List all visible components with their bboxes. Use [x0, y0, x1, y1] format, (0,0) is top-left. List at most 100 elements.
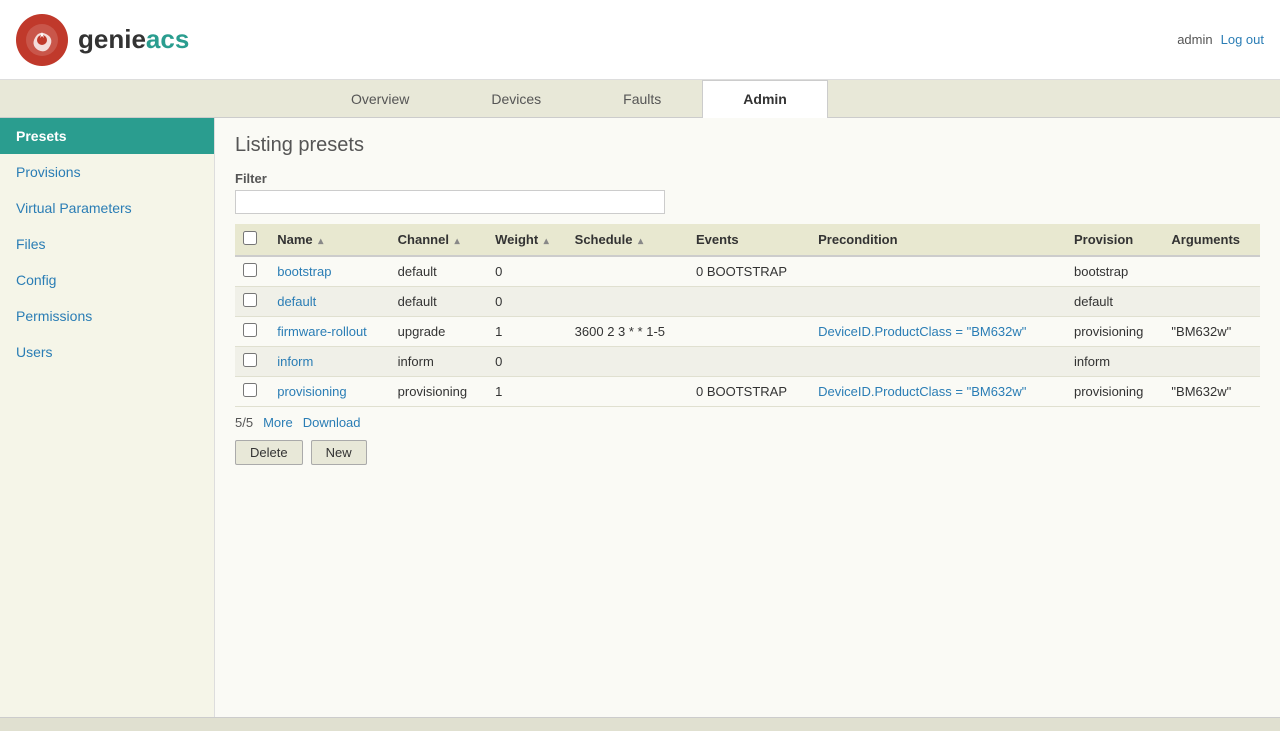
logo-acs: acs — [146, 24, 189, 54]
weight-sort-icon[interactable]: ▴ — [544, 236, 549, 247]
row-arguments: "BM632w" — [1163, 317, 1260, 347]
pagination-count: 5/5 — [235, 415, 253, 430]
row-provision: bootstrap — [1066, 256, 1163, 287]
presets-table: Name ▴ Channel ▴ Weight ▴ Schedule — [235, 224, 1260, 407]
sidebar-item-virtual-parameters[interactable]: Virtual Parameters — [0, 190, 214, 226]
row-weight: 0 — [487, 287, 567, 317]
table-row: defaultdefault0default — [235, 287, 1260, 317]
table-row: firmware-rolloutupgrade13600 2 3 * * 1-5… — [235, 317, 1260, 347]
row-events — [688, 287, 810, 317]
table-row: provisioningprovisioning10 BOOTSTRAPDevi… — [235, 377, 1260, 407]
filter-label: Filter — [235, 171, 1260, 186]
sidebar-item-permissions[interactable]: Permissions — [0, 298, 214, 334]
row-arguments — [1163, 256, 1260, 287]
row-channel: default — [390, 287, 487, 317]
row-events — [688, 317, 810, 347]
row-weight: 1 — [487, 317, 567, 347]
col-channel: Channel ▴ — [390, 224, 487, 256]
row-arguments: "BM632w" — [1163, 377, 1260, 407]
col-events: Events — [688, 224, 810, 256]
nav-tab-devices[interactable]: Devices — [450, 80, 582, 117]
row-channel: inform — [390, 347, 487, 377]
row-schedule — [567, 377, 688, 407]
row-events — [688, 347, 810, 377]
new-button[interactable]: New — [311, 440, 367, 465]
row-provision: default — [1066, 287, 1163, 317]
more-link[interactable]: More — [263, 415, 293, 430]
sidebar-item-files[interactable]: Files — [0, 226, 214, 262]
preset-name-link[interactable]: bootstrap — [277, 264, 331, 279]
row-arguments — [1163, 347, 1260, 377]
row-schedule — [567, 347, 688, 377]
sidebar-item-presets[interactable]: Presets — [0, 118, 214, 154]
sidebar-item-provisions[interactable]: Provisions — [0, 154, 214, 190]
sidebar-item-users[interactable]: Users — [0, 334, 214, 370]
row-channel: default — [390, 256, 487, 287]
row-arguments — [1163, 287, 1260, 317]
table-header-row: Name ▴ Channel ▴ Weight ▴ Schedule — [235, 224, 1260, 256]
download-link[interactable]: Download — [303, 415, 361, 430]
sidebar-item-config[interactable]: Config — [0, 262, 214, 298]
schedule-sort-icon[interactable]: ▴ — [638, 236, 643, 247]
delete-button[interactable]: Delete — [235, 440, 303, 465]
main-nav: Overview Devices Faults Admin — [0, 80, 1280, 118]
row-precondition: DeviceID.ProductClass = "BM632w" — [810, 317, 1066, 347]
row-channel: provisioning — [390, 377, 487, 407]
row-schedule — [567, 256, 688, 287]
logo: genieacs — [16, 14, 189, 66]
precondition-link[interactable]: DeviceID.ProductClass = "BM632w" — [818, 384, 1026, 399]
table-container: Name ▴ Channel ▴ Weight ▴ Schedule — [235, 224, 1260, 407]
nav-tab-faults[interactable]: Faults — [582, 80, 702, 117]
logo-genie: genie — [78, 24, 146, 54]
user-area: admin Log out — [1177, 32, 1264, 47]
horizontal-scrollbar[interactable] — [0, 717, 1280, 731]
row-checkbox[interactable] — [243, 263, 257, 277]
row-weight: 0 — [487, 347, 567, 377]
row-checkbox[interactable] — [243, 353, 257, 367]
sidebar: Presets Provisions Virtual Parameters Fi… — [0, 118, 215, 717]
col-weight: Weight ▴ — [487, 224, 567, 256]
col-provision: Provision — [1066, 224, 1163, 256]
preset-name-link[interactable]: provisioning — [277, 384, 346, 399]
layout: Presets Provisions Virtual Parameters Fi… — [0, 118, 1280, 717]
select-all-checkbox[interactable] — [243, 231, 257, 245]
nav-tab-overview[interactable]: Overview — [310, 80, 450, 117]
row-weight: 0 — [487, 256, 567, 287]
header: genieacs admin Log out — [0, 0, 1280, 80]
row-checkbox[interactable] — [243, 293, 257, 307]
main-content: Listing presets Filter Name ▴ Channe — [215, 118, 1280, 717]
row-provision: inform — [1066, 347, 1163, 377]
row-precondition — [810, 347, 1066, 377]
row-precondition — [810, 256, 1066, 287]
nav-tab-admin[interactable]: Admin — [702, 80, 828, 118]
logout-link[interactable]: Log out — [1221, 32, 1264, 47]
row-events: 0 BOOTSTRAP — [688, 256, 810, 287]
row-provision: provisioning — [1066, 377, 1163, 407]
row-checkbox[interactable] — [243, 383, 257, 397]
preset-name-link[interactable]: default — [277, 294, 316, 309]
precondition-link[interactable]: DeviceID.ProductClass = "BM632w" — [818, 324, 1026, 339]
row-checkbox[interactable] — [243, 323, 257, 337]
col-arguments: Arguments — [1163, 224, 1260, 256]
table-row: bootstrap default0 0 BOOTSTRAP bootstrap — [235, 256, 1260, 287]
row-events: 0 BOOTSTRAP — [688, 377, 810, 407]
table-body: bootstrapdefault00 BOOTSTRAPbootstrapdef… — [235, 256, 1260, 407]
logo-icon — [16, 14, 68, 66]
col-checkbox — [235, 224, 269, 256]
row-schedule — [567, 287, 688, 317]
row-weight: 1 — [487, 377, 567, 407]
pagination: 5/5 More Download — [235, 415, 1260, 430]
row-channel: upgrade — [390, 317, 487, 347]
preset-name-link[interactable]: firmware-rollout — [277, 324, 367, 339]
channel-sort-icon[interactable]: ▴ — [455, 236, 460, 247]
action-buttons: Delete New — [235, 440, 1260, 465]
preset-name-link[interactable]: inform — [277, 354, 313, 369]
filter-input[interactable] — [235, 190, 665, 214]
logo-text: genieacs — [78, 24, 189, 55]
page-title: Listing presets — [235, 134, 1260, 157]
row-precondition — [810, 287, 1066, 317]
col-schedule: Schedule ▴ — [567, 224, 688, 256]
table-row: informinform0inform — [235, 347, 1260, 377]
name-sort-icon[interactable]: ▴ — [318, 236, 323, 247]
username-label: admin — [1177, 32, 1212, 47]
